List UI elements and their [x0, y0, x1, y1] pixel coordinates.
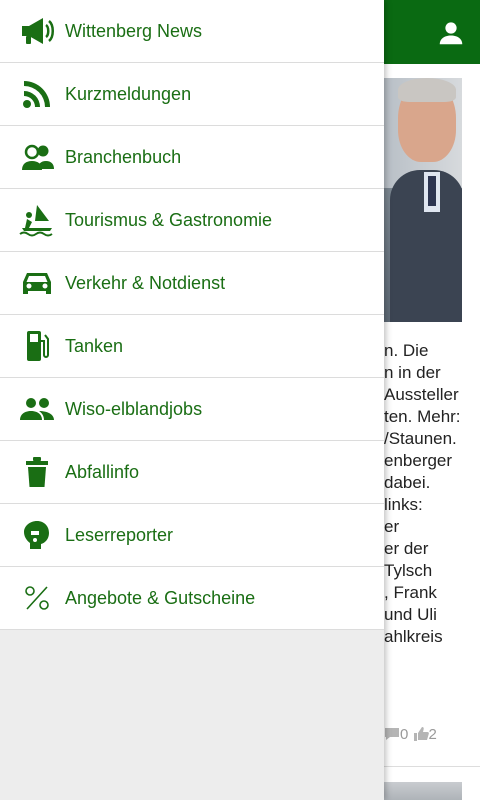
article-meta: 0 2 [384, 726, 437, 743]
article-line: er [384, 517, 400, 536]
menu-item-label: Tanken [65, 335, 124, 356]
article-line: n. Die [384, 341, 429, 360]
article-text: n. Die n in der Aussteller ten. Mehr: /S… [384, 340, 480, 660]
article-line: links: [384, 495, 423, 514]
menu-item-angebote[interactable]: Angebote & Gutscheine [0, 567, 384, 630]
article-line: dabei. [384, 473, 431, 492]
comments-count: 0 [400, 726, 409, 743]
comment-icon[interactable] [384, 726, 400, 743]
article-line: Aussteller [384, 385, 459, 404]
percent-icon [19, 580, 55, 616]
article-line: ahlkreis [384, 627, 443, 646]
user-icon[interactable] [436, 18, 466, 48]
article-line: , Frank [384, 583, 437, 602]
fuel-pump-icon [19, 328, 55, 364]
menu-item-label: Wittenberg News [65, 20, 203, 41]
trash-icon [19, 454, 55, 490]
menu-item-abfallinfo[interactable]: Abfallinfo [0, 441, 384, 504]
navigation-drawer: Wittenberg News Kurzmeldungen Branchenbu… [0, 0, 384, 800]
menu-item-label: Kurzmeldungen [65, 83, 192, 104]
menu-item-leserreporter[interactable]: Leserreporter [0, 504, 384, 567]
article-line: /Staunen. [384, 429, 457, 448]
menu-item-label: Leserreporter [65, 524, 174, 545]
menu-item-verkehr[interactable]: Verkehr & Notdienst [0, 252, 384, 315]
article-line: n in der [384, 363, 441, 382]
article-line: ten. Mehr: [384, 407, 461, 426]
menu-item-kurzmeldungen[interactable]: Kurzmeldungen [0, 63, 384, 126]
article-line: Tylsch [384, 561, 433, 580]
menu-item-label: Tourismus & Gastronomie [65, 209, 273, 230]
article-line: er der [384, 539, 429, 558]
menu-item-wittenberg-news[interactable]: Wittenberg News [0, 0, 384, 63]
menu-item-wiso-elblandjobs[interactable]: Wiso-elblandjobs [0, 378, 384, 441]
article-line: und Uli [384, 605, 437, 624]
menu-item-tourismus[interactable]: Tourismus & Gastronomie [0, 189, 384, 252]
rss-icon [19, 76, 55, 112]
divider [384, 766, 480, 767]
next-article-photo[interactable] [384, 782, 462, 800]
menu-item-label: Angebote & Gutscheine [65, 587, 256, 608]
menu-item-branchenbuch[interactable]: Branchenbuch [0, 126, 384, 189]
windsurf-icon [19, 202, 55, 238]
people-icon [19, 391, 55, 427]
likes-count: 2 [428, 726, 437, 743]
menu-item-label: Branchenbuch [65, 146, 182, 167]
menu-item-label: Abfallinfo [65, 461, 140, 482]
article-photo[interactable] [384, 78, 462, 322]
drawer-menu: Wittenberg News Kurzmeldungen Branchenbu… [0, 0, 384, 630]
megaphone-icon [19, 13, 55, 49]
directory-icon [19, 139, 55, 175]
menu-item-label: Verkehr & Notdienst [65, 272, 226, 293]
car-icon [19, 265, 55, 301]
reporter-icon [19, 517, 55, 553]
article-line: enberger [384, 451, 453, 470]
menu-item-label: Wiso-elblandjobs [65, 398, 203, 419]
thumbs-up-icon[interactable] [413, 726, 429, 743]
menu-item-tanken[interactable]: Tanken [0, 315, 384, 378]
